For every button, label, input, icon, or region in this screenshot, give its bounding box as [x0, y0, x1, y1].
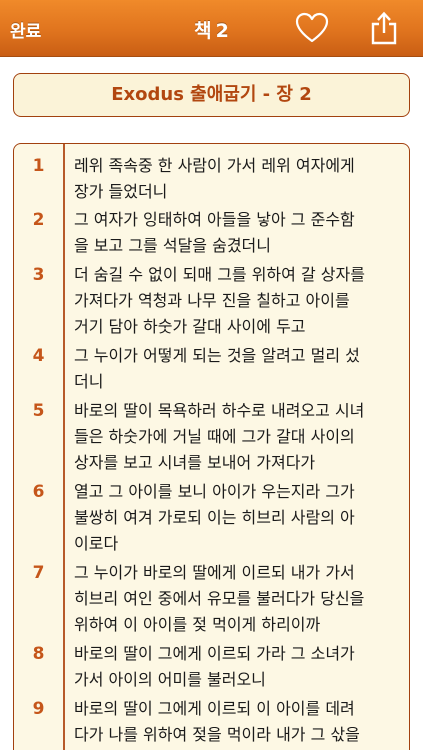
- verse-text: 그 여자가 잉태하여 아들을 낳아 그 준수함 을 보고 그를 석달을 숨겼더니: [74, 210, 355, 255]
- share-icon[interactable]: [368, 10, 400, 46]
- verse-divider-line: [63, 144, 65, 750]
- verse-number: 6: [32, 482, 45, 502]
- verse-text: 그 누이가 바로의 딸에게 이르되 내가 가서 히브리 여인 중에서 유모를 불…: [74, 563, 365, 634]
- verse-number: 2: [32, 210, 45, 230]
- verse-list[interactable]: 1 레위 족속중 한 사람이 가서 레위 여자에게 장가 들었더니 2 그 여자…: [13, 143, 410, 750]
- verse-text: 열고 그 아이를 보니 아이가 우는지라 그가 불쌍히 여겨 가로되 이는 히브…: [74, 482, 355, 553]
- verse-text: 레위 족속중 한 사람이 가서 레위 여자에게 장가 들었더니: [74, 156, 355, 201]
- verse-text: 그 누이가 어떻게 되는 것을 알려고 멀리 섰 더니: [74, 346, 360, 391]
- verse-text: 더 숨길 수 없이 되매 그를 위하여 갈 상자를 가져다가 역청과 나무 진을…: [74, 265, 365, 336]
- verse-number: 1: [32, 156, 45, 176]
- navigation-bar: 완료 책2: [0, 0, 423, 57]
- verse-number: 3: [32, 265, 45, 285]
- book-label: 책: [194, 20, 212, 42]
- verse-text: 바로의 딸이 그에게 이르되 이 아이를 데려 다가 나를 위하여 젖을 먹이라…: [74, 699, 360, 744]
- heart-icon[interactable]: [295, 12, 329, 44]
- verse-text: 바로의 딸이 그에게 이르되 가라 그 소녀가 가서 아이의 어미를 불러오니: [74, 644, 355, 689]
- verse-text: 바로의 딸이 목욕하러 하수로 내려오고 시녀 들은 하숫가에 거닐 때에 그가…: [74, 401, 365, 472]
- book-title[interactable]: 책2: [150, 16, 273, 43]
- verse-number: 8: [32, 644, 45, 664]
- verse-number: 4: [32, 346, 45, 366]
- verse-number: 7: [32, 563, 45, 583]
- verse-number: 9: [32, 699, 45, 719]
- verse-number: 5: [32, 401, 45, 421]
- book-number: 2: [215, 20, 229, 42]
- chapter-title: Exodus 출애굽기 - 장 2: [13, 73, 410, 117]
- done-button[interactable]: 완료: [10, 17, 41, 42]
